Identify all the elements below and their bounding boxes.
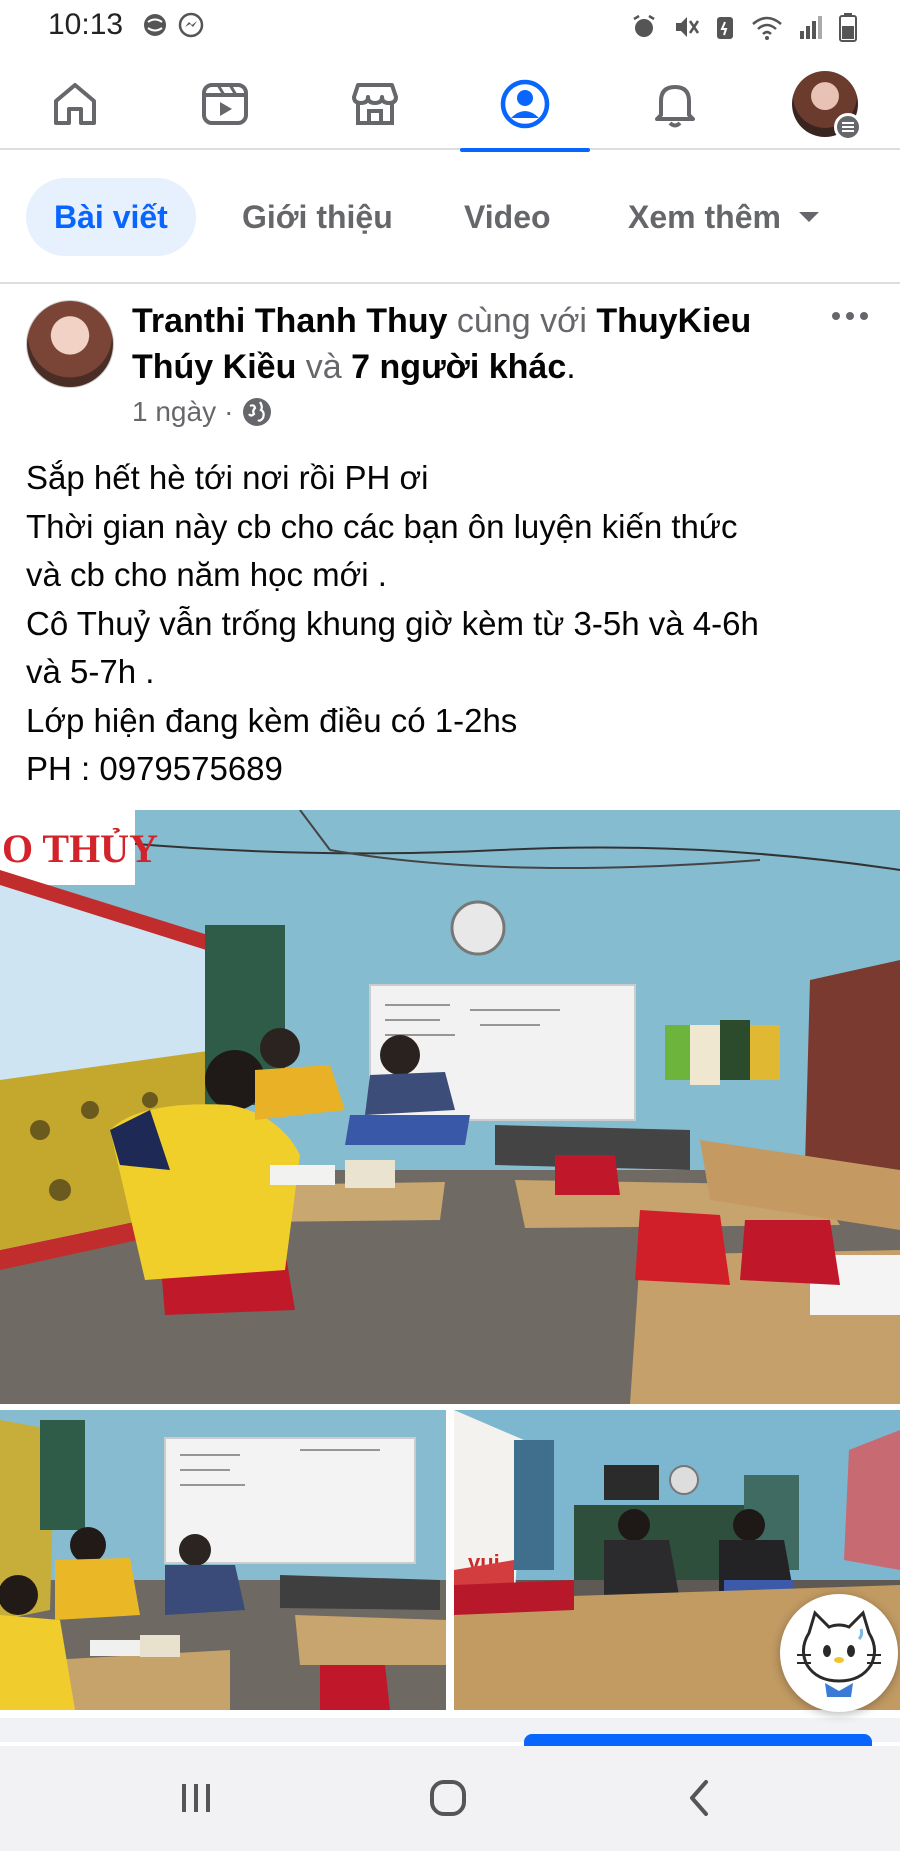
post-line: và cb cho năm học mới . [26,556,387,593]
battery-saver-icon [717,17,733,39]
menu-icon [834,113,862,141]
sign-text: O THỦY [2,826,158,871]
classroom-photo: O THỦY [0,810,900,1404]
system-nav-bar [0,1746,900,1851]
nav-notifications[interactable] [610,58,740,150]
tab-video[interactable]: Video [464,178,551,256]
wifi-icon [752,16,782,40]
tagged-name-2[interactable]: Thúy Kiều [132,348,296,386]
post-line: và 5-7h . [26,653,155,690]
dot-icon [860,312,868,320]
and-text: và [305,348,342,386]
classroom-photo [0,1410,446,1710]
period: . [566,348,576,386]
nav-menu[interactable] [760,58,890,150]
recent-apps-icon [182,1784,210,1812]
home-square-icon [430,1780,466,1816]
divider [0,282,900,284]
video-icon [202,83,248,125]
nav-video[interactable] [160,58,290,150]
profile-icon [500,79,550,129]
tab-posts[interactable]: Bài viết [26,178,196,256]
post-time[interactable]: 1 ngày [132,396,216,428]
tab-see-more-label: Xem thêm [628,198,781,235]
battery-icon [839,13,857,42]
tagged-name-1[interactable]: ThuyKieu [596,302,751,340]
nav-home[interactable] [10,58,140,150]
post-photo-2[interactable] [0,1410,446,1710]
status-left-icons [142,12,204,38]
post-line: Thời gian này cb cho các bạn ôn luyện ki… [26,507,738,545]
alarm-icon [633,14,655,37]
dot-icon [846,312,854,320]
chat-head-sticker[interactable] [780,1594,898,1712]
status-right-icons [630,12,858,42]
more-options-button[interactable] [822,296,878,336]
meta-separator: · [224,396,234,427]
post-line: PH : 0979575689 [26,750,283,787]
home-button[interactable] [398,1766,498,1830]
profile-tabs: Bài viết Giới thiệu Video Xem thêm [0,178,900,258]
back-icon [690,1780,708,1816]
post-line: Sắp hết hè tới nơi rồi PH ơi [26,459,429,496]
post-meta: 1 ngày · [132,396,273,428]
with-text: cùng với [456,302,587,340]
mute-icon [676,17,700,37]
post-photo-main[interactable]: O THỦY [0,810,900,1404]
home-icon [54,83,96,125]
dot-icon [832,312,840,320]
tab-see-more[interactable]: Xem thêm [628,178,819,256]
post-body: Sắp hết hè tới nơi rồi PH ơi Thời gian n… [26,454,876,794]
new-posts-pill[interactable] [524,1734,872,1746]
others-link[interactable]: 7 người khác [351,348,566,386]
signal-icon [800,16,822,39]
author-name[interactable]: Tranthi Thanh Thuy [132,302,447,340]
tab-about[interactable]: Giới thiệu [242,178,393,256]
menu-avatar [792,71,862,141]
recent-apps-button[interactable] [146,1766,246,1830]
back-button[interactable] [650,1766,750,1830]
globe-icon [243,398,272,426]
nav-profile[interactable] [460,58,590,152]
post-line: Cô Thuỷ vẫn trống khung giờ kèm từ 3-5h … [26,604,759,642]
marketplace-icon [352,83,398,125]
browser-icon [144,14,166,36]
messenger-icon [178,12,204,38]
nav-marketplace[interactable] [310,58,440,150]
status-time: 10:13 [48,8,124,41]
cat-sticker-icon [797,1610,881,1697]
bell-icon [655,85,695,128]
chevron-down-icon [798,212,819,222]
post-author-line: Tranthi Thanh Thuy cùng với ThuyKieu Thú… [132,298,812,390]
post-line: Lớp hiện đang kèm điều có 1-2hs [26,701,518,739]
post-author-avatar[interactable] [26,300,114,388]
status-bar: 10:13 [0,0,900,52]
top-nav [0,58,900,152]
